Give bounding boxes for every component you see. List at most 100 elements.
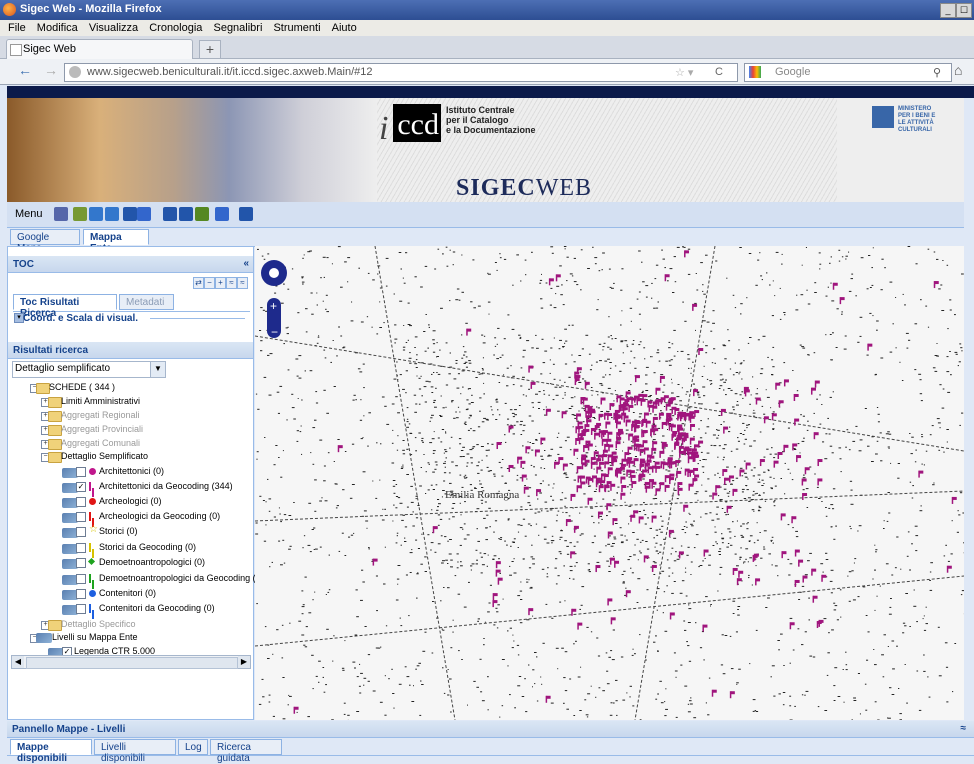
pan-zoom-control[interactable]: +− — [261, 260, 287, 339]
map-marker[interactable] — [616, 441, 621, 448]
map-marker[interactable] — [693, 455, 698, 462]
map-marker[interactable] — [698, 348, 703, 355]
map-marker[interactable] — [546, 696, 551, 703]
layer-checkbox[interactable] — [76, 543, 86, 553]
toc-tool-button[interactable]: ≈ — [226, 277, 237, 289]
map-marker[interactable] — [794, 394, 799, 401]
map-marker[interactable] — [778, 452, 783, 459]
map-marker[interactable] — [746, 463, 751, 470]
zoom-out-icon[interactable]: − — [271, 325, 278, 339]
map-marker[interactable] — [814, 432, 819, 439]
map-marker[interactable] — [646, 486, 651, 493]
map-marker[interactable] — [628, 405, 633, 412]
tab-livelli-disponibili[interactable]: Livelli disponibili — [94, 739, 176, 755]
map-marker[interactable] — [614, 561, 619, 568]
back-arrow-icon[interactable]: ← — [18, 62, 32, 78]
map-marker[interactable] — [652, 406, 657, 413]
tree-node-label[interactable]: Aggregati Comunali — [61, 438, 140, 448]
map-marker[interactable] — [660, 376, 665, 383]
map-marker[interactable] — [594, 433, 599, 440]
map-marker[interactable] — [659, 451, 664, 458]
map-marker[interactable] — [570, 494, 575, 501]
layer-checkbox[interactable]: ✓ — [76, 482, 86, 492]
map-marker-layer[interactable] — [294, 250, 957, 713]
map-marker[interactable] — [698, 441, 703, 448]
map-marker[interactable] — [795, 550, 800, 557]
scroll-left-arrow[interactable]: ◀ — [12, 656, 24, 668]
map-marker[interactable] — [433, 526, 438, 533]
layer-label[interactable]: Archeologici (0) — [99, 496, 162, 506]
map-marker[interactable] — [690, 438, 695, 445]
map-marker[interactable] — [781, 551, 786, 558]
map-marker[interactable] — [577, 466, 582, 473]
map-marker[interactable] — [722, 469, 727, 476]
toc-tool-button[interactable]: ≈ — [237, 277, 248, 289]
map-marker[interactable] — [683, 505, 688, 512]
map-marker[interactable] — [745, 389, 750, 396]
map-marker[interactable] — [646, 421, 651, 428]
tree-node-label[interactable]: Dettaglio Semplificato — [61, 451, 148, 461]
map-marker[interactable] — [783, 445, 788, 452]
map-marker[interactable] — [643, 430, 648, 437]
tree-node-label[interactable]: SCHEDE ( 344 ) — [49, 382, 115, 392]
map-marker[interactable] — [612, 518, 617, 525]
map-marker[interactable] — [781, 513, 786, 520]
map-marker[interactable] — [665, 485, 670, 492]
map-marker[interactable] — [522, 475, 527, 482]
map-marker[interactable] — [651, 448, 656, 455]
bottom-collapse-icon[interactable]: ≈ — [961, 723, 967, 734]
save-icon[interactable] — [54, 207, 68, 221]
chevron-down-icon[interactable]: ▼ — [150, 362, 165, 377]
map-marker[interactable] — [947, 566, 952, 573]
layer-label[interactable]: Architettonici da Geocoding (344) — [99, 481, 233, 491]
horizontal-scrollbar[interactable]: ◀ ▶ — [11, 655, 251, 669]
map-marker[interactable] — [738, 571, 743, 578]
map-marker[interactable] — [620, 493, 625, 500]
map-marker[interactable] — [665, 274, 670, 281]
menu-aiuto[interactable]: Aiuto — [332, 22, 357, 34]
tree-node-label[interactable]: Livelli su Mappa Ente — [52, 632, 138, 642]
map-marker[interactable] — [492, 600, 497, 607]
map-marker[interactable] — [611, 617, 616, 624]
map-marker[interactable] — [528, 366, 533, 373]
map-marker[interactable] — [496, 442, 501, 449]
map-marker[interactable] — [607, 432, 612, 439]
layer-checkbox[interactable] — [76, 527, 86, 537]
map-marker[interactable] — [631, 398, 636, 405]
forward-arrow-icon[interactable]: → — [44, 62, 58, 78]
menu-button[interactable]: Menu — [15, 208, 43, 220]
layer-label[interactable]: Archeologici da Geocoding (0) — [99, 511, 220, 521]
tab-toc-risultati[interactable]: Toc Risultati Ricerca — [13, 294, 117, 310]
map-marker[interactable] — [652, 516, 657, 523]
map-marker[interactable] — [655, 388, 660, 395]
info-icon[interactable] — [179, 207, 193, 221]
layer-label[interactable]: Storici (0) — [99, 526, 138, 536]
map-marker[interactable] — [772, 413, 777, 420]
export-icon[interactable] — [215, 207, 229, 221]
map-view[interactable]: +− Emilia Romagna — [255, 246, 964, 720]
layer-checkbox[interactable] — [76, 497, 86, 507]
map-marker[interactable] — [790, 622, 795, 629]
map-marker[interactable] — [817, 459, 822, 466]
layer-checkbox[interactable] — [76, 574, 86, 584]
map-marker[interactable] — [607, 598, 612, 605]
map-marker[interactable] — [554, 462, 559, 469]
map-marker[interactable] — [659, 482, 664, 489]
map-marker[interactable] — [648, 466, 653, 473]
map-marker[interactable] — [774, 461, 779, 468]
map-marker[interactable] — [546, 409, 551, 416]
map-marker[interactable] — [294, 707, 299, 714]
reload-icon[interactable]: C — [715, 66, 723, 78]
detail-select[interactable]: Dettaglio semplificato ▼ — [12, 361, 166, 378]
map-marker[interactable] — [580, 481, 585, 488]
map-marker[interactable] — [498, 578, 503, 585]
layer-label[interactable]: Storici da Geocoding (0) — [99, 542, 196, 552]
layer-checkbox[interactable] — [76, 589, 86, 599]
map-marker[interactable] — [952, 497, 957, 504]
map-marker[interactable] — [635, 375, 640, 382]
map-marker[interactable] — [811, 388, 816, 395]
map-marker[interactable] — [652, 441, 657, 448]
map-marker[interactable] — [493, 593, 498, 600]
map-marker[interactable] — [641, 420, 646, 427]
zoom-box-icon[interactable] — [89, 207, 103, 221]
